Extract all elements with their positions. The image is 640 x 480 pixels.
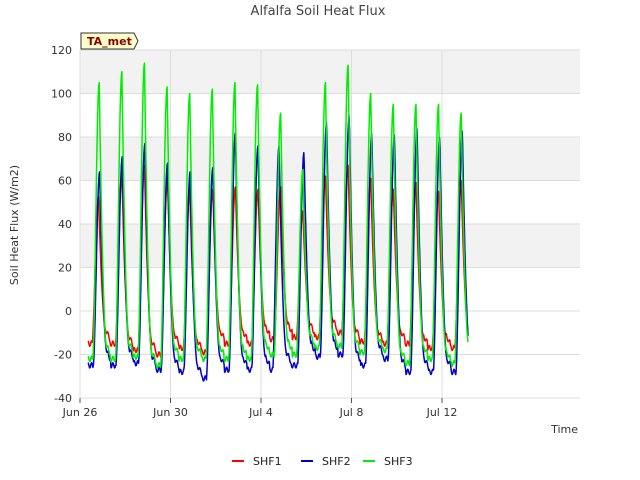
- x-tick-label: Jun 30: [152, 406, 188, 419]
- y-axis-label: Soil Heat Flux (W/m2): [8, 165, 21, 285]
- x-tick-label: Jul 4: [248, 406, 273, 419]
- chart-title: Alfalfa Soil Heat Flux: [251, 4, 386, 19]
- y-tick-label: 40: [58, 218, 72, 231]
- y-tick-label: 80: [58, 131, 72, 144]
- y-tick-label: 60: [58, 175, 72, 188]
- shaded-band-1: [80, 137, 580, 181]
- x-tick-label: Jun 26: [62, 406, 98, 419]
- y-tick-label: -40: [54, 392, 72, 405]
- x-axis-ticks: Jun 26 Jun 30 Jul 4 Jul 8 Jul 12: [62, 398, 458, 419]
- y-axis-ticks: -40 -20 0 20 40 60 80 100 120: [51, 44, 72, 405]
- ta-met-badge: TA_met: [80, 32, 139, 50]
- legend: SHF1 SHF2 SHF3: [232, 455, 413, 468]
- soil-heat-flux-chart: Alfalfa Soil Heat Flux -40 -20 0 20 40 60 80 10…: [8, 4, 580, 468]
- x-tick-label: Jul 8: [339, 406, 364, 419]
- x-axis-label: Time: [550, 423, 578, 436]
- badge-label: TA_met: [87, 35, 132, 48]
- y-tick-label: 120: [51, 44, 72, 57]
- x-tick-label: Jul 12: [426, 406, 458, 419]
- y-tick-label: 20: [58, 262, 72, 275]
- y-tick-label: -20: [54, 349, 72, 362]
- legend-label-shf2: SHF2: [322, 455, 351, 468]
- legend-label-shf3: SHF3: [384, 455, 413, 468]
- y-tick-label: 100: [51, 88, 72, 101]
- y-tick-label: 0: [65, 305, 72, 318]
- shaded-band-2: [80, 50, 580, 94]
- legend-label-shf1: SHF1: [253, 455, 282, 468]
